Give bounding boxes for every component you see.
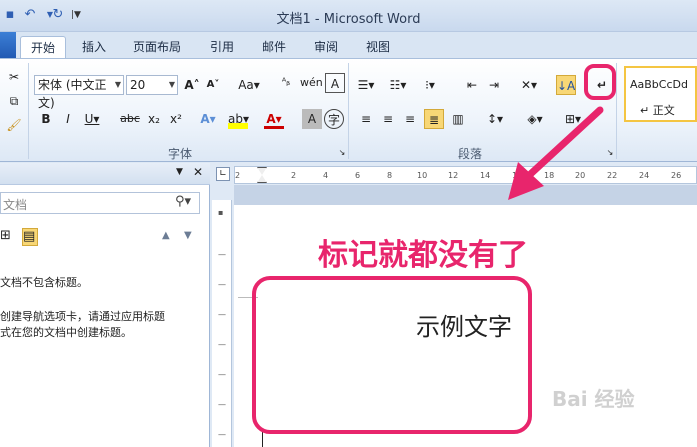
shrink-font-icon[interactable]: A˅ bbox=[203, 75, 223, 95]
ruler-tick: — bbox=[218, 370, 226, 379]
strikethrough-icon[interactable]: abc bbox=[118, 109, 142, 129]
tab-page-layout[interactable]: 页面布局 bbox=[124, 36, 190, 58]
indent-marker-icon[interactable] bbox=[257, 167, 267, 183]
headings-view-icon[interactable]: ⊞ bbox=[0, 228, 16, 246]
annotation-arrow bbox=[508, 106, 604, 200]
highlight-icon[interactable]: ab▾ bbox=[228, 109, 249, 129]
align-left-icon[interactable]: ≡ bbox=[356, 109, 376, 129]
show-hide-highlight bbox=[584, 64, 616, 100]
tab-insert[interactable]: 插入 bbox=[72, 36, 116, 58]
decrease-indent-icon[interactable]: ⇤ bbox=[462, 75, 482, 95]
separator bbox=[28, 63, 29, 159]
ruler-corner: ∟ bbox=[212, 163, 234, 185]
character-border-icon[interactable]: A bbox=[325, 73, 345, 93]
window-title: 文档1 - Microsoft Word bbox=[276, 12, 421, 27]
distributed-icon[interactable]: ▥ bbox=[448, 109, 468, 129]
ruler-mark: 6 bbox=[355, 171, 361, 180]
navigation-pane-header: ▼ ✕ bbox=[0, 163, 210, 185]
annotation-text: 标记就都没有了 bbox=[318, 238, 528, 273]
title-bar: ▪ ↶ ▼ ↻ |▼ 文档1 - Microsoft Word bbox=[0, 0, 697, 32]
style-preview: AaBbCcDd bbox=[630, 78, 688, 91]
nav-message-1: 文档不包含标题。 bbox=[0, 276, 88, 289]
document-gap bbox=[234, 185, 697, 205]
paragraph-group-label: 段落 bbox=[457, 147, 482, 161]
underline-icon[interactable]: U▾ bbox=[82, 109, 102, 129]
grow-font-icon[interactable]: A˄ bbox=[182, 75, 202, 95]
italic-icon[interactable]: I bbox=[58, 109, 78, 129]
watermark: Bai 经验 bbox=[552, 387, 635, 411]
sort-icon[interactable]: ↓A bbox=[556, 75, 576, 95]
ruler-tick: — bbox=[218, 250, 226, 259]
subscript-icon[interactable]: x₂ bbox=[144, 109, 164, 129]
horizontal-ruler[interactable]: 2 2 4 6 8 10 12 14 16 18 20 22 24 26 bbox=[234, 166, 697, 184]
font-color-icon[interactable]: A▾ bbox=[264, 109, 284, 129]
style-normal[interactable]: AaBbCcDd ↵ 正文 bbox=[624, 66, 697, 122]
ribbon-tabs: 开始 插入 页面布局 引用 邮件 审阅 视图 bbox=[0, 32, 697, 58]
font-name-value: 宋体 (中文正文) bbox=[38, 78, 107, 110]
clear-format-icon[interactable]: ᴬᵦ bbox=[276, 73, 296, 93]
ruler-mark: 8 bbox=[387, 171, 393, 180]
align-right-icon[interactable]: ≡ bbox=[400, 109, 420, 129]
cut-icon[interactable]: ✂ bbox=[4, 67, 24, 87]
arrow-shaft bbox=[520, 106, 604, 184]
ruler-mark: 26 bbox=[671, 171, 682, 180]
previous-icon[interactable]: ▲ bbox=[162, 230, 170, 241]
tab-references[interactable]: 引用 bbox=[200, 36, 244, 58]
numbering-icon[interactable]: ☷▾ bbox=[388, 75, 408, 95]
nav-message-2: 创建导航选项卡，请通过应用标题 bbox=[0, 310, 165, 323]
vertical-ruler[interactable]: ▪ — — — — — — — bbox=[212, 200, 232, 447]
ruler-tick: — bbox=[218, 310, 226, 319]
nav-search-input[interactable]: 文档 ⚲▾ bbox=[0, 192, 200, 214]
bullets-icon[interactable]: ☰▾ bbox=[356, 75, 376, 95]
font-size-combo[interactable]: 20 ▼ bbox=[126, 75, 178, 95]
separator bbox=[616, 63, 617, 159]
ruler-mark: 2 bbox=[291, 171, 297, 180]
font-name-combo[interactable]: 宋体 (中文正文) ▼ bbox=[34, 75, 124, 110]
increase-indent-icon[interactable]: ⇥ bbox=[484, 75, 504, 95]
close-icon[interactable]: ✕ bbox=[193, 165, 203, 179]
style-name: ↵ 正文 bbox=[640, 104, 675, 117]
character-shading-icon[interactable]: A bbox=[302, 109, 322, 129]
superscript-icon[interactable]: x² bbox=[166, 109, 186, 129]
align-center-icon[interactable]: ≡ bbox=[378, 109, 398, 129]
ruler-tick: — bbox=[218, 400, 226, 409]
phonetic-guide-icon[interactable]: wén bbox=[300, 73, 323, 93]
copy-icon[interactable]: ⧉ bbox=[4, 91, 24, 111]
separator bbox=[348, 63, 349, 159]
pane-menu-icon[interactable]: ▼ bbox=[176, 167, 183, 177]
multilevel-list-icon[interactable]: ⁝▾ bbox=[420, 75, 440, 95]
ruler-mark: 4 bbox=[323, 171, 329, 180]
font-dialog-launcher-icon[interactable]: ↘ bbox=[332, 143, 352, 163]
format-painter-icon[interactable]: 🖌 bbox=[4, 115, 24, 135]
ruler-tick: ▪ bbox=[218, 208, 224, 217]
ruler-mark: 24 bbox=[639, 171, 650, 180]
text-highlight-box bbox=[252, 276, 532, 434]
nav-message-3: 式在您的文档中创建标题。 bbox=[0, 326, 132, 339]
ruler-mark: 2 bbox=[235, 171, 241, 180]
ruler-tick: — bbox=[218, 430, 226, 439]
ruler-mark: 12 bbox=[448, 171, 459, 180]
pages-view-icon[interactable]: ▤ bbox=[22, 228, 38, 246]
ruler-tick: — bbox=[218, 280, 226, 289]
tab-home[interactable]: 开始 bbox=[20, 36, 66, 58]
font-size-value: 20 bbox=[130, 78, 146, 92]
file-button[interactable] bbox=[0, 32, 16, 60]
tab-selector-icon[interactable]: ∟ bbox=[216, 167, 230, 181]
chinese-layout-icon[interactable]: ✕▾ bbox=[516, 75, 542, 95]
justify-icon[interactable]: ≣ bbox=[424, 109, 444, 129]
ruler-mark: 14 bbox=[480, 171, 491, 180]
search-icon[interactable]: ⚲▾ bbox=[175, 194, 191, 209]
enclose-characters-icon[interactable]: 字 bbox=[324, 109, 344, 129]
text-effects-icon[interactable]: A▾ bbox=[198, 109, 218, 129]
font-group-label: 字体 bbox=[167, 147, 192, 161]
change-case-icon[interactable]: Aa▾ bbox=[236, 75, 262, 95]
ruler-tick: — bbox=[218, 340, 226, 349]
tab-view[interactable]: 视图 bbox=[356, 36, 400, 58]
nav-search-placeholder: 文档 bbox=[3, 198, 28, 212]
next-icon[interactable]: ▼ bbox=[184, 230, 192, 241]
bold-icon[interactable]: B bbox=[36, 109, 56, 129]
tab-mailings[interactable]: 邮件 bbox=[252, 36, 296, 58]
ruler-mark: 10 bbox=[417, 171, 428, 180]
tab-review[interactable]: 审阅 bbox=[304, 36, 348, 58]
